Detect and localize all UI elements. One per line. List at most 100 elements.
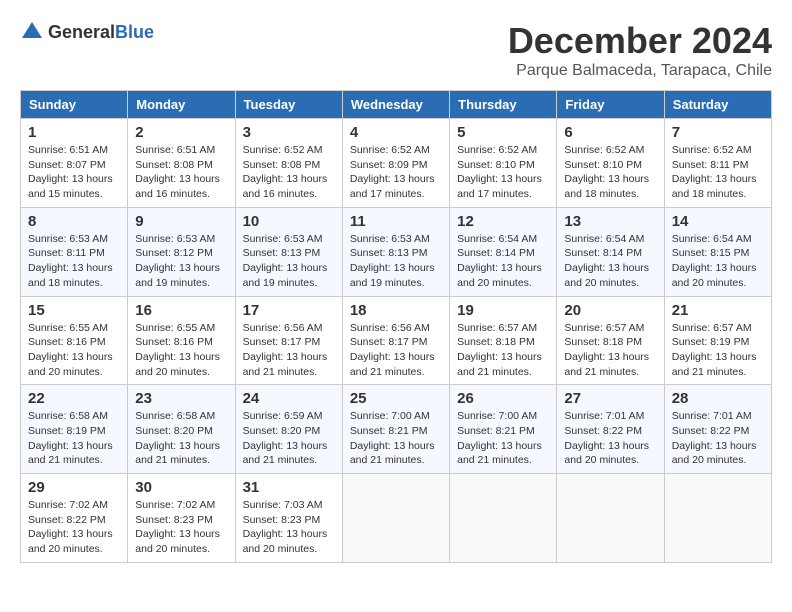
calendar-cell: 25 Sunrise: 7:00 AMSunset: 8:21 PMDayligh… (342, 385, 449, 474)
calendar-cell: 8 Sunrise: 6:53 AMSunset: 8:11 PMDaylight… (21, 207, 128, 296)
calendar-cell: 6Sunrise: 6:52 AMSunset: 8:10 PMDaylight… (557, 119, 664, 208)
day-number: 31 (243, 479, 335, 496)
day-info: Sunrise: 6:56 AMSunset: 8:17 PMDaylight:… (350, 321, 442, 380)
day-number: 22 (28, 390, 120, 407)
calendar-cell: 16Sunrise: 6:55 AMSunset: 8:16 PMDayligh… (128, 296, 235, 385)
calendar-cell: 19 Sunrise: 6:57 AMSunset: 8:18 PMDayligh… (450, 296, 557, 385)
col-header-thursday: Thursday (450, 91, 557, 119)
col-header-wednesday: Wednesday (342, 91, 449, 119)
calendar-week-1: 1 Sunrise: 6:51 AMSunset: 8:07 PMDaylight… (21, 119, 772, 208)
day-number: 15 (28, 302, 120, 319)
day-info: Sunrise: 6:53 AMSunset: 8:13 PMDaylight:… (243, 232, 335, 291)
calendar-cell: 10 Sunrise: 6:53 AMSunset: 8:13 PMDayligh… (235, 207, 342, 296)
calendar-cell: 23 Sunrise: 6:58 AMSunset: 8:20 PMDayligh… (128, 385, 235, 474)
col-header-monday: Monday (128, 91, 235, 119)
day-info: Sunrise: 6:53 AMSunset: 8:12 PMDaylight:… (135, 232, 227, 291)
calendar-cell: 20 Sunrise: 6:57 AMSunset: 8:18 PMDayligh… (557, 296, 664, 385)
calendar-cell (342, 474, 449, 563)
calendar-cell (450, 474, 557, 563)
day-info: Sunrise: 6:55 AMSunset: 8:16 PMDaylight:… (135, 321, 227, 380)
calendar-week-5: 29Sunrise: 7:02 AMSunset: 8:22 PMDayligh… (21, 474, 772, 563)
calendar-cell: 7 Sunrise: 6:52 AMSunset: 8:11 PMDaylight… (664, 119, 771, 208)
day-info: Sunrise: 7:01 AMSunset: 8:22 PMDaylight:… (564, 409, 656, 468)
day-info: Sunrise: 6:54 AMSunset: 8:14 PMDaylight:… (457, 232, 549, 291)
day-number: 27 (564, 390, 656, 407)
day-info: Sunrise: 6:52 AMSunset: 8:11 PMDaylight:… (672, 143, 764, 202)
calendar-cell: 1 Sunrise: 6:51 AMSunset: 8:07 PMDaylight… (21, 119, 128, 208)
logo-general: General (48, 22, 115, 42)
location: Parque Balmaceda, Tarapaca, Chile (508, 62, 772, 80)
logo: GeneralBlue (20, 20, 154, 44)
day-info: Sunrise: 6:59 AMSunset: 8:20 PMDaylight:… (243, 409, 335, 468)
day-info: Sunrise: 6:53 AMSunset: 8:11 PMDaylight:… (28, 232, 120, 291)
day-number: 29 (28, 479, 120, 496)
col-header-tuesday: Tuesday (235, 91, 342, 119)
day-info: Sunrise: 6:57 AMSunset: 8:19 PMDaylight:… (672, 321, 764, 380)
day-number: 17 (243, 302, 335, 319)
calendar-cell: 14Sunrise: 6:54 AMSunset: 8:15 PMDayligh… (664, 207, 771, 296)
day-number: 8 (28, 213, 120, 230)
calendar-cell: 30 Sunrise: 7:02 AMSunset: 8:23 PMDayligh… (128, 474, 235, 563)
calendar-cell: 17 Sunrise: 6:56 AMSunset: 8:17 PMDayligh… (235, 296, 342, 385)
day-info: Sunrise: 6:57 AMSunset: 8:18 PMDaylight:… (457, 321, 549, 380)
day-info: Sunrise: 7:03 AMSunset: 8:23 PMDaylight:… (243, 498, 335, 557)
day-number: 21 (672, 302, 764, 319)
day-info: Sunrise: 6:53 AMSunset: 8:13 PMDaylight:… (350, 232, 442, 291)
calendar-cell (557, 474, 664, 563)
day-info: Sunrise: 6:54 AMSunset: 8:14 PMDaylight:… (564, 232, 656, 291)
calendar-table: SundayMondayTuesdayWednesdayThursdayFrid… (20, 90, 772, 563)
calendar-cell (664, 474, 771, 563)
calendar-cell: 15 Sunrise: 6:55 AMSunset: 8:16 PMDayligh… (21, 296, 128, 385)
day-info: Sunrise: 6:57 AMSunset: 8:18 PMDaylight:… (564, 321, 656, 380)
day-number: 10 (243, 213, 335, 230)
calendar-cell: 28 Sunrise: 7:01 AMSunset: 8:22 PMDayligh… (664, 385, 771, 474)
calendar-cell: 21 Sunrise: 6:57 AMSunset: 8:19 PMDayligh… (664, 296, 771, 385)
day-number: 20 (564, 302, 656, 319)
calendar-cell: 13Sunrise: 6:54 AMSunset: 8:14 PMDayligh… (557, 207, 664, 296)
calendar-cell: 2 Sunrise: 6:51 AMSunset: 8:08 PMDaylight… (128, 119, 235, 208)
month-title: December 2024 (508, 20, 772, 62)
calendar-cell: 9 Sunrise: 6:53 AMSunset: 8:12 PMDaylight… (128, 207, 235, 296)
day-info: Sunrise: 6:54 AMSunset: 8:15 PMDaylight:… (672, 232, 764, 291)
day-info: Sunrise: 7:02 AMSunset: 8:23 PMDaylight:… (135, 498, 227, 557)
calendar-cell: 31 Sunrise: 7:03 AMSunset: 8:23 PMDayligh… (235, 474, 342, 563)
logo-blue: Blue (115, 22, 154, 42)
day-number: 7 (672, 124, 764, 141)
logo-icon (20, 20, 44, 44)
calendar-cell: 4 Sunrise: 6:52 AMSunset: 8:09 PMDaylight… (342, 119, 449, 208)
day-info: Sunrise: 6:56 AMSunset: 8:17 PMDaylight:… (243, 321, 335, 380)
day-number: 23 (135, 390, 227, 407)
day-number: 9 (135, 213, 227, 230)
calendar-cell: 18Sunrise: 6:56 AMSunset: 8:17 PMDayligh… (342, 296, 449, 385)
day-number: 2 (135, 124, 227, 141)
day-number: 11 (350, 213, 442, 230)
day-number: 25 (350, 390, 442, 407)
day-info: Sunrise: 6:51 AMSunset: 8:08 PMDaylight:… (135, 143, 227, 202)
calendar-cell: 3 Sunrise: 6:52 AMSunset: 8:08 PMDaylight… (235, 119, 342, 208)
day-number: 4 (350, 124, 442, 141)
day-number: 3 (243, 124, 335, 141)
day-info: Sunrise: 6:52 AMSunset: 8:08 PMDaylight:… (243, 143, 335, 202)
calendar-cell: 5Sunrise: 6:52 AMSunset: 8:10 PMDaylight… (450, 119, 557, 208)
day-info: Sunrise: 6:52 AMSunset: 8:10 PMDaylight:… (457, 143, 549, 202)
calendar-cell: 26Sunrise: 7:00 AMSunset: 8:21 PMDayligh… (450, 385, 557, 474)
day-info: Sunrise: 6:58 AMSunset: 8:19 PMDaylight:… (28, 409, 120, 468)
col-header-saturday: Saturday (664, 91, 771, 119)
calendar-cell: 29Sunrise: 7:02 AMSunset: 8:22 PMDayligh… (21, 474, 128, 563)
day-number: 28 (672, 390, 764, 407)
day-number: 1 (28, 124, 120, 141)
day-number: 12 (457, 213, 549, 230)
day-info: Sunrise: 7:00 AMSunset: 8:21 PMDaylight:… (457, 409, 549, 468)
day-info: Sunrise: 6:52 AMSunset: 8:09 PMDaylight:… (350, 143, 442, 202)
calendar-week-2: 8 Sunrise: 6:53 AMSunset: 8:11 PMDaylight… (21, 207, 772, 296)
calendar-cell: 12 Sunrise: 6:54 AMSunset: 8:14 PMDayligh… (450, 207, 557, 296)
day-info: Sunrise: 6:51 AMSunset: 8:07 PMDaylight:… (28, 143, 120, 202)
day-info: Sunrise: 7:01 AMSunset: 8:22 PMDaylight:… (672, 409, 764, 468)
col-header-sunday: Sunday (21, 91, 128, 119)
calendar-week-3: 15 Sunrise: 6:55 AMSunset: 8:16 PMDayligh… (21, 296, 772, 385)
day-info: Sunrise: 6:55 AMSunset: 8:16 PMDaylight:… (28, 321, 120, 380)
day-info: Sunrise: 6:58 AMSunset: 8:20 PMDaylight:… (135, 409, 227, 468)
day-info: Sunrise: 7:00 AMSunset: 8:21 PMDaylight:… (350, 409, 442, 468)
day-number: 30 (135, 479, 227, 496)
day-number: 19 (457, 302, 549, 319)
